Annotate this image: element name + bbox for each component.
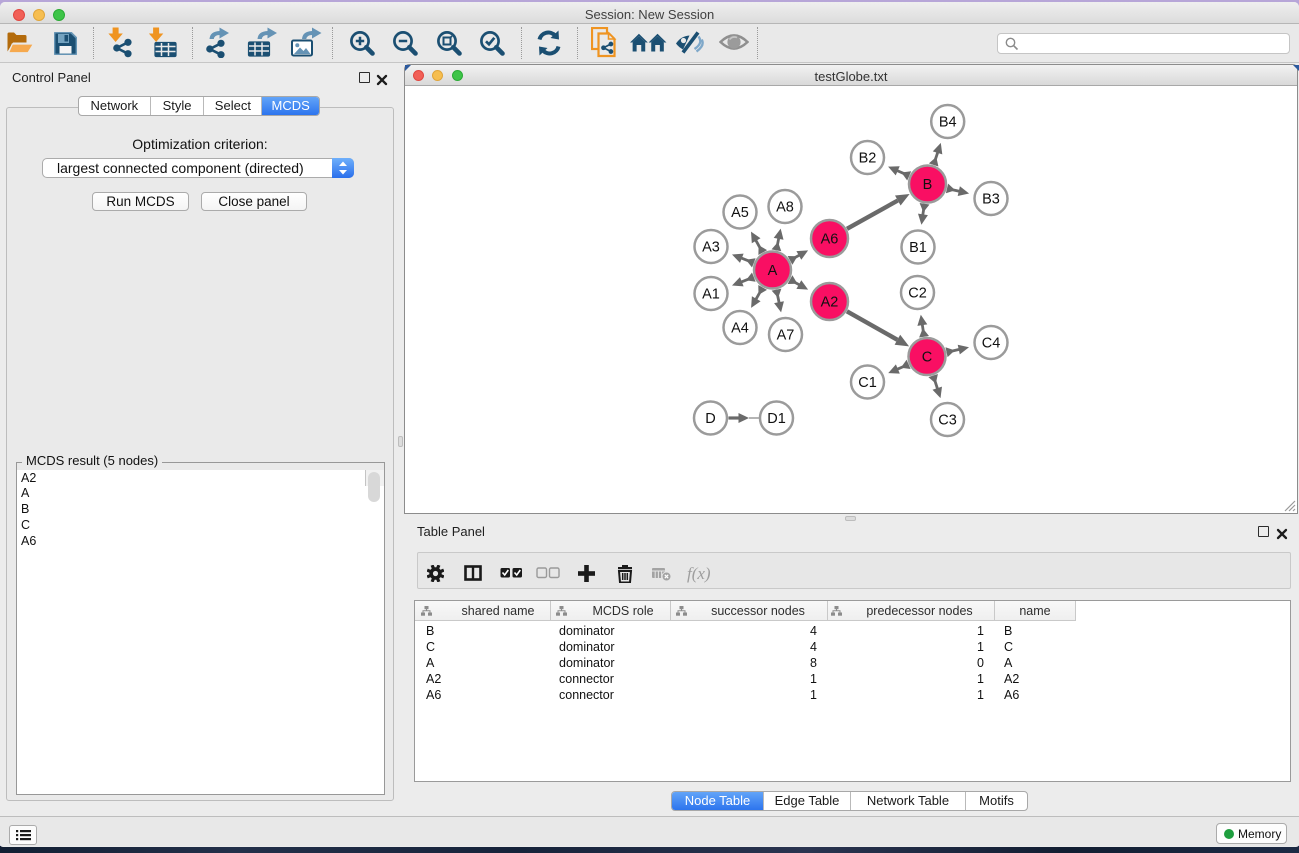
- svg-text:C4: C4: [982, 336, 1001, 352]
- svg-text:D1: D1: [767, 411, 786, 427]
- svg-text:B: B: [923, 177, 933, 193]
- svg-text:D: D: [705, 411, 715, 427]
- svg-text:C3: C3: [938, 413, 957, 429]
- svg-text:C1: C1: [858, 375, 877, 391]
- svg-text:A1: A1: [702, 287, 720, 303]
- svg-text:A4: A4: [731, 321, 749, 337]
- svg-text:C2: C2: [908, 286, 927, 302]
- svg-text:A7: A7: [777, 328, 795, 344]
- svg-text:A6: A6: [821, 232, 839, 248]
- svg-text:C: C: [922, 350, 932, 366]
- svg-text:B1: B1: [909, 240, 927, 256]
- svg-text:A2: A2: [821, 295, 839, 311]
- svg-text:A8: A8: [776, 200, 794, 216]
- svg-text:B4: B4: [939, 115, 957, 131]
- svg-text:B3: B3: [982, 192, 1000, 208]
- svg-text:B2: B2: [859, 151, 877, 167]
- svg-text:A5: A5: [731, 205, 749, 221]
- svg-text:A3: A3: [702, 240, 720, 256]
- svg-text:A: A: [768, 263, 778, 279]
